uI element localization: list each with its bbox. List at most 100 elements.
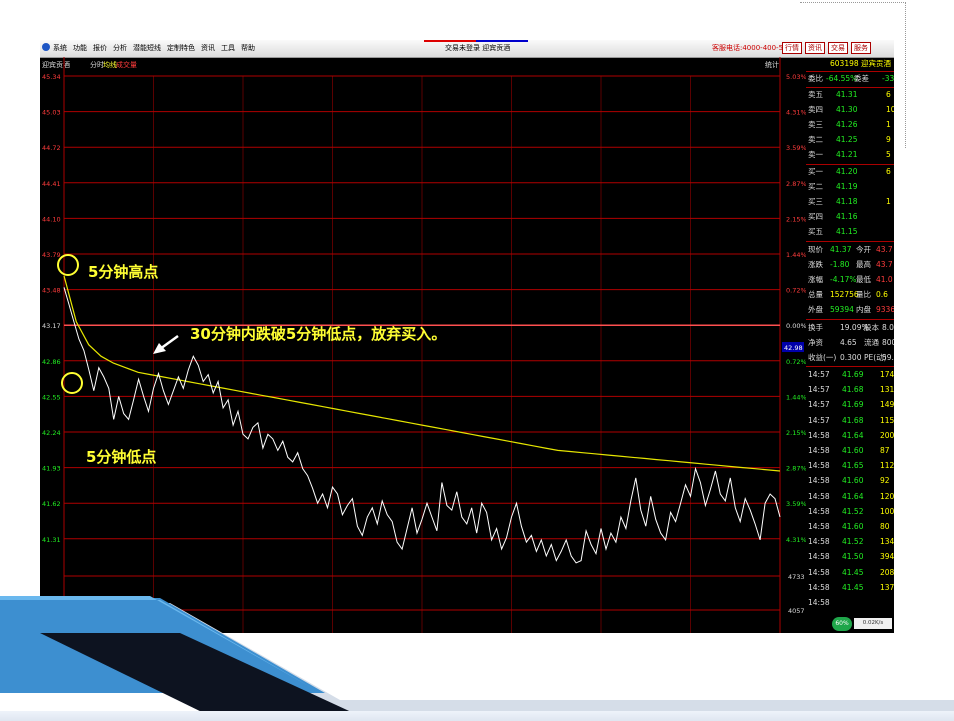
tick-row-5-cell-1: 41.60 xyxy=(842,446,864,455)
intraday-chart[interactable]: 迎宾贡酒 分时 均线 成交量 统计 45.34 45.03 44.72 44.41 44.10 43… xyxy=(40,57,806,633)
tick-row-0-cell-1: 41.69 xyxy=(842,370,864,379)
bid-row-2-cell-0: 买三 xyxy=(808,197,823,206)
bid-row-3-cell-1: 41.16 xyxy=(836,212,858,221)
tick-row-0-cell-2: 174 xyxy=(880,370,894,379)
tick-row-1: 14:57 41.68 131 xyxy=(806,383,894,397)
panel-title: 603198 迎宾贡酒 xyxy=(806,57,894,71)
stat2-row-0: 换手19.09%股本8.00 xyxy=(806,321,894,335)
menu-item-8[interactable]: 帮助 xyxy=(241,43,255,53)
price-tick-7: 43.17 xyxy=(42,322,61,330)
panel-sep-3 xyxy=(806,241,894,242)
tick-row-8-cell-2: 120 xyxy=(880,491,894,501)
tick-row-15: 14:58 xyxy=(806,596,894,610)
stat-row-1-cell-0: 涨跌 xyxy=(808,260,823,269)
stat-row-0-cell-3: 43.7 xyxy=(876,245,893,254)
bid-row-0-cell-1: 41.20 xyxy=(836,167,858,176)
bid-row-4-cell-0: 买五 xyxy=(808,227,823,236)
network-rate: 0.02K/s xyxy=(854,618,892,629)
toolbar-button-0[interactable]: 行情 xyxy=(782,42,802,54)
tick-row-3-cell-0: 14:57 xyxy=(808,415,830,425)
trading-software-window: 系统 功能 报价 分析 潜能短线 定制特色 资讯 工具 帮助 交易未登录 迎宾贡酒 客服电话:4… xyxy=(40,40,894,633)
ask-row-4: 卖一 41.21 5 xyxy=(806,148,894,162)
ask-row-1-cell-1: 41.30 xyxy=(836,105,858,114)
panel-sep-4 xyxy=(806,319,894,320)
menu-item-1[interactable]: 功能 xyxy=(73,43,87,53)
tick-row-2-cell-1: 41.69 xyxy=(842,400,864,410)
stat2-row-2-cell-1: 0.300 xyxy=(840,353,862,362)
tick-row-4-cell-0: 14:58 xyxy=(808,430,830,440)
current-price-label: 42.98 xyxy=(784,344,803,352)
chart-stats-label: 统计 xyxy=(765,60,779,69)
stat-row-1-cell-3: 43.7 xyxy=(876,260,893,269)
stat2-row-2-cell-0: 收益(一) xyxy=(808,353,837,362)
price-tick-10: 42.24 xyxy=(42,429,61,437)
stat-row-1: 涨跌 -1.80 最高 43.7 xyxy=(806,258,894,272)
stat-row-0-cell-0: 现价 xyxy=(808,245,823,254)
tick-row-7-cell-2: 92 xyxy=(880,476,890,486)
tick-row-5-cell-0: 14:58 xyxy=(808,446,830,455)
percent-tick-12: 3.59% xyxy=(786,500,806,508)
bid-row-0: 买一 41.20 6 xyxy=(806,165,894,179)
percent-tick-0: 5.03% xyxy=(786,73,806,81)
tick-row-14-cell-2: 137 xyxy=(880,582,894,592)
menu-item-7[interactable]: 工具 xyxy=(221,43,235,53)
price-tick-13: 41.31 xyxy=(42,536,61,544)
percent-tick-5: 1.44% xyxy=(786,251,806,259)
bid-row-4: 买五 41.15 xyxy=(806,225,894,239)
tick-row-6: 14:58 41.65 112 xyxy=(806,459,894,473)
stat-row-3: 总量 152756 量比 0.6 xyxy=(806,288,894,302)
percent-tick-13: 4.31% xyxy=(786,536,806,544)
tick-row-7-cell-1: 41.60 xyxy=(842,476,864,486)
menu-item-6[interactable]: 资讯 xyxy=(201,43,215,53)
tick-row-2-cell-2: 149 xyxy=(880,400,894,410)
ask-row-4-cell-1: 41.21 xyxy=(836,150,858,159)
tick-row-11: 14:58 41.52 134 xyxy=(806,535,894,549)
annotation-high: 5分钟高点 xyxy=(88,263,159,281)
ask-row-2: 卖三 41.26 1 xyxy=(806,118,894,132)
tick-row-6-cell-1: 41.65 xyxy=(842,461,864,471)
menu-item-5[interactable]: 定制特色 xyxy=(167,43,195,53)
tick-row-8-cell-0: 14:58 xyxy=(808,491,830,501)
stat2-row-1-cell-2: 流通 xyxy=(864,338,879,347)
tick-row-5-cell-2: 87 xyxy=(880,446,890,455)
ask-row-4-cell-0: 卖一 xyxy=(808,150,823,159)
bid-row-1-cell-1: 41.19 xyxy=(836,182,858,191)
stat-row-2-cell-1: -4.17% xyxy=(830,275,857,284)
price-tick-12: 41.62 xyxy=(42,500,61,508)
tick-row-14: 14:58 41.45 137 xyxy=(806,581,894,595)
toolbar-button-2[interactable]: 交易 xyxy=(828,42,848,54)
stat-row-2-cell-3: 41.0 xyxy=(876,275,893,284)
bid-row-2: 买三 41.18 1 xyxy=(806,195,894,209)
tick-row-0-cell-0: 14:57 xyxy=(808,370,830,379)
ask-row-4-cell-2: 5 xyxy=(886,150,891,159)
menu-item-4[interactable]: 潜能短线 xyxy=(133,43,161,53)
menu-item-2[interactable]: 报价 xyxy=(93,43,107,53)
chart-tab-0: 分时 xyxy=(90,60,104,69)
toolbar-button-3[interactable]: 服务 xyxy=(851,42,871,54)
percent-tick-1: 4.31% xyxy=(786,109,806,117)
panel-sep-5 xyxy=(806,366,894,367)
menu-item-0[interactable]: 系统 xyxy=(53,43,67,53)
tick-row-8-cell-1: 41.64 xyxy=(842,491,864,501)
tick-row-11-cell-2: 134 xyxy=(880,537,894,547)
app-logo-icon xyxy=(42,43,50,51)
hotline-text: 客服电话:4000-400-562 xyxy=(712,44,792,52)
price-tick-3: 44.41 xyxy=(42,180,61,188)
tick-row-5: 14:58 41.60 87 xyxy=(806,444,894,458)
stat-row-0-cell-1: 41.37 xyxy=(830,245,852,254)
menu-item-3[interactable]: 分析 xyxy=(113,43,127,53)
tick-row-8: 14:58 41.64 120 xyxy=(806,490,894,504)
annotation-low: 5分钟低点 xyxy=(86,448,157,466)
stat2-row-2: 收益(一) 0.300 PE(动) 59. xyxy=(806,351,894,365)
tick-row-12-cell-0: 14:58 xyxy=(808,552,830,562)
ask-row-3: 卖二 41.25 9 xyxy=(806,133,894,147)
tick-row-3: 14:57 41.68 115 xyxy=(806,414,894,428)
price-tick-1: 45.03 xyxy=(42,109,61,117)
chart-stock-name: 迎宾贡酒 xyxy=(42,60,70,69)
chart-tab-1: 均线 xyxy=(103,60,117,69)
menu-items: 系统 功能 报价 分析 潜能短线 定制特色 资讯 工具 帮助 xyxy=(53,43,255,53)
price-tick-9: 42.55 xyxy=(42,393,61,401)
stat2-row-1: 净资 4.65 流通8000万 xyxy=(806,336,894,350)
bid-row-1: 买二 41.19 xyxy=(806,180,894,194)
toolbar-button-1[interactable]: 资讯 xyxy=(805,42,825,54)
